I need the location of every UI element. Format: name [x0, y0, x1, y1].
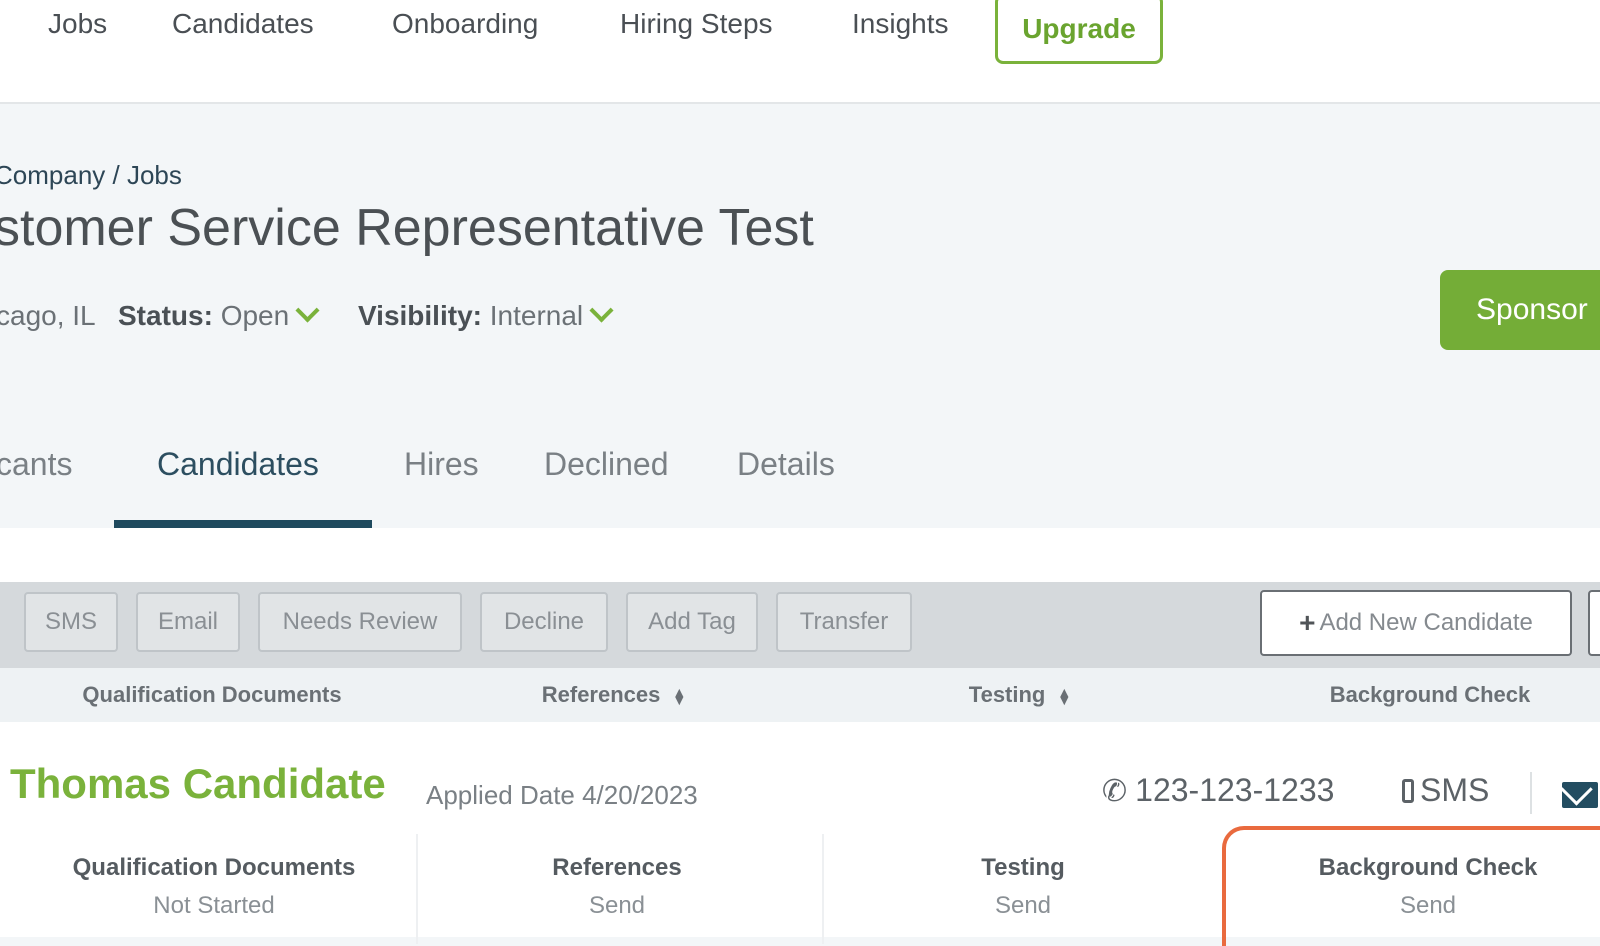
page-title: stomer Service Representative Test: [0, 199, 814, 257]
envelope-icon[interactable]: [1562, 782, 1598, 808]
step-title: References: [552, 854, 682, 881]
step-status: Not Started: [153, 892, 275, 919]
column-header-row: Qualification Documents References ▲ ▼ Tes…: [0, 668, 1600, 722]
visibility-label: Visibility:: [358, 300, 482, 331]
more-actions-button[interactable]: [1588, 590, 1600, 656]
step-background-check[interactable]: Background Check Send: [1222, 826, 1600, 946]
column-header-qualification-documents: Qualification Documents: [82, 682, 342, 707]
add-tag-button[interactable]: Add Tag: [626, 592, 758, 652]
breadcrumb[interactable]: Company / Jobs: [0, 160, 182, 191]
step-testing[interactable]: Testing Send: [822, 834, 1222, 944]
tab-details[interactable]: Details: [737, 446, 835, 483]
decline-button[interactable]: Decline: [480, 592, 608, 652]
status-dropdown[interactable]: Status: Open: [118, 298, 320, 332]
divider: [1530, 772, 1532, 814]
nav-insights[interactable]: Insights: [852, 8, 949, 40]
step-references[interactable]: References Send: [416, 834, 816, 944]
active-tab-indicator: [114, 520, 372, 528]
candidate-phone[interactable]: ✆ 123-123-1233: [1102, 772, 1334, 809]
nav-candidates[interactable]: Candidates: [172, 8, 314, 40]
candidate-name-link[interactable]: Thomas Candidate: [10, 760, 386, 808]
nav-jobs[interactable]: Jobs: [48, 8, 107, 40]
step-title: Qualification Documents: [72, 854, 356, 881]
plus-icon: +: [1299, 607, 1316, 638]
status-label: Status:: [118, 300, 213, 331]
step-status: Send: [994, 892, 1052, 919]
column-header-testing[interactable]: Testing ▲ ▼: [969, 682, 1071, 708]
tab-candidates[interactable]: Candidates: [157, 446, 319, 483]
add-new-candidate-label: Add New Candidate: [1319, 609, 1533, 636]
column-header-background-check: Background Check: [1329, 682, 1531, 707]
sort-icon: ▲ ▼: [672, 684, 687, 709]
mobile-phone-icon: [1402, 779, 1414, 803]
candidate-row: Thomas Candidate Applied Date 4/20/2023 …: [0, 722, 1600, 946]
sms-link-label: SMS: [1420, 772, 1490, 808]
nav-onboarding[interactable]: Onboarding: [392, 8, 538, 40]
top-navigation: Jobs Candidates Onboarding Hiring Steps …: [0, 0, 1600, 104]
bulk-action-toolbar: SMS Email Needs Review Decline Add Tag T…: [0, 582, 1600, 668]
step-title: Background Check: [1318, 854, 1538, 881]
step-qualification-documents[interactable]: Qualification Documents Not Started: [14, 834, 414, 944]
status-value: Open: [220, 300, 290, 331]
phone-number: 123-123-1233: [1135, 772, 1335, 808]
content-spacer: [0, 528, 1600, 582]
tab-hires[interactable]: Hires: [404, 446, 479, 483]
chevron-down-icon: [295, 298, 320, 323]
step-status: Send: [1399, 892, 1457, 919]
sponsor-button[interactable]: Sponsor: [1440, 270, 1600, 350]
email-button[interactable]: Email: [136, 592, 240, 652]
applied-date: Applied Date 4/20/2023: [426, 780, 698, 810]
transfer-button[interactable]: Transfer: [776, 592, 912, 652]
upgrade-button[interactable]: Upgrade: [995, 0, 1163, 64]
sms-button[interactable]: SMS: [24, 592, 118, 652]
sort-icon: ▲ ▼: [1057, 684, 1072, 709]
nav-hiring-steps[interactable]: Hiring Steps: [620, 8, 773, 40]
tab-declined[interactable]: Declined: [544, 446, 669, 483]
visibility-value: Internal: [489, 300, 584, 331]
tab-applicants[interactable]: cants: [0, 446, 72, 483]
references-header-label: References: [541, 682, 661, 707]
column-header-references[interactable]: References ▲ ▼: [542, 682, 687, 708]
testing-header-label: Testing: [968, 682, 1046, 707]
step-title: Testing: [981, 854, 1065, 881]
add-new-candidate-button[interactable]: + Add New Candidate: [1260, 590, 1572, 656]
job-location: cago, IL: [0, 300, 96, 331]
chevron-down-icon: [589, 298, 614, 323]
phone-icon: ✆: [1102, 775, 1128, 808]
visibility-dropdown[interactable]: Visibility: Internal: [358, 298, 614, 332]
candidate-sms-link[interactable]: SMS: [1402, 772, 1489, 809]
step-status: Send: [588, 892, 646, 919]
needs-review-button[interactable]: Needs Review: [258, 592, 462, 652]
